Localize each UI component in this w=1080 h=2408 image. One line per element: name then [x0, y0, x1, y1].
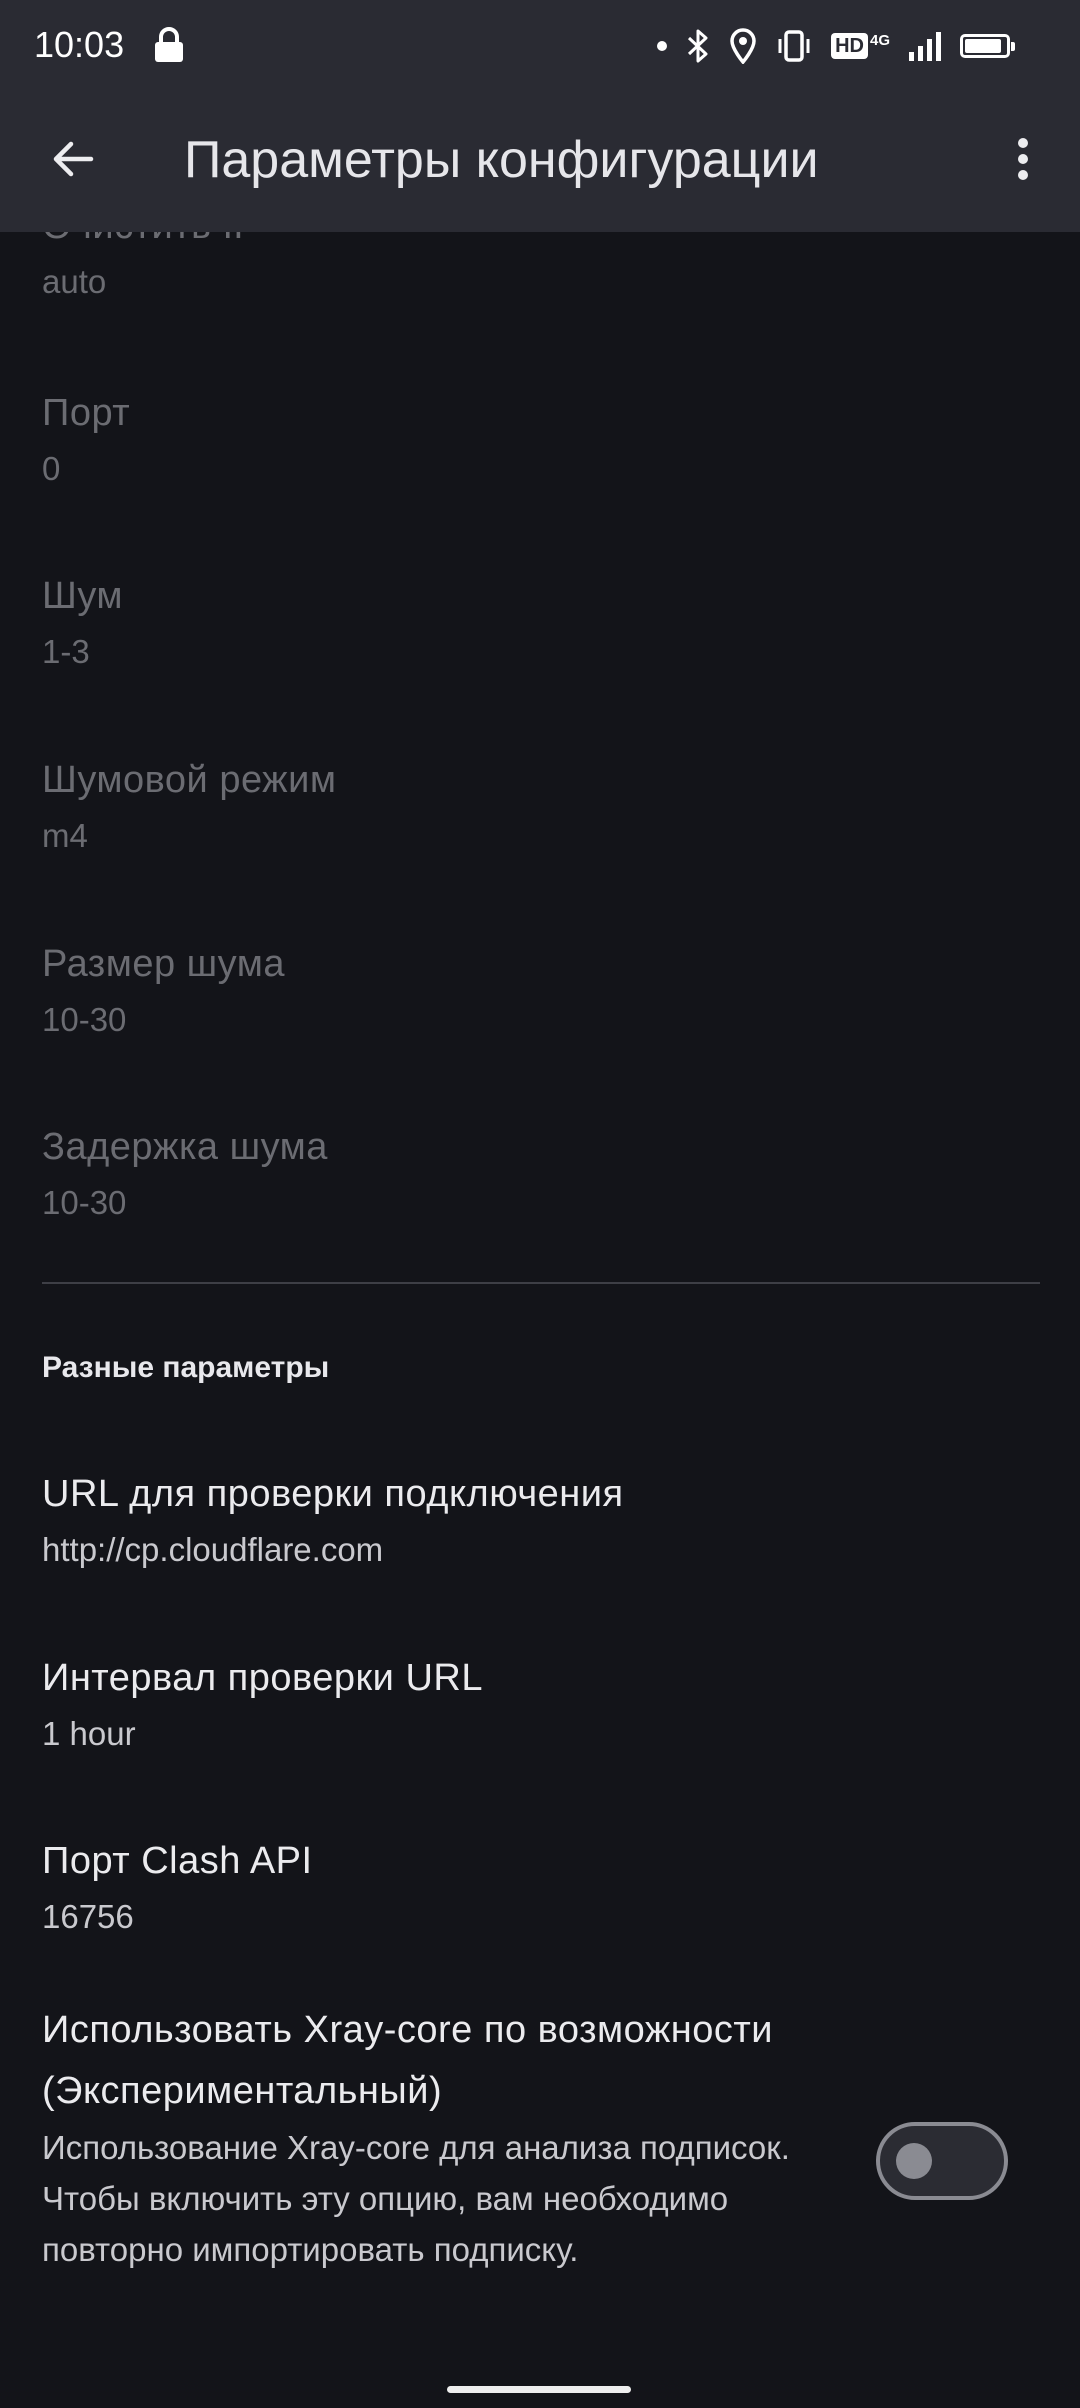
back-button[interactable]	[38, 124, 108, 194]
pref-title: Порт Clash API	[42, 1840, 313, 1882]
pref-title: URL для проверки подключения	[42, 1473, 624, 1515]
gesture-navigation-bar[interactable]	[447, 2386, 631, 2393]
pref-title: Порт	[42, 392, 131, 434]
signal-icon	[909, 32, 941, 61]
status-icons: HD 4G	[657, 24, 1015, 68]
settings-screen: Очистить IP auto Порт 0 Шум 1-3 Шумовой …	[0, 0, 1080, 2408]
pref-summary: Использование Xray-core для анализа подп…	[42, 2129, 790, 2268]
pref-title: Использовать Xray-core по возможности (Э…	[42, 2009, 774, 2112]
pref-clash-api-port[interactable]: Порт Clash API 16756	[42, 1831, 1042, 1943]
pref-noise-mode: Шумовой режим m4	[42, 750, 1042, 862]
lock-icon	[155, 27, 183, 62]
pref-value: 0	[42, 450, 61, 487]
pref-title: Шум	[42, 575, 124, 617]
pref-title: Шумовой режим	[42, 759, 337, 801]
vibrate-icon	[778, 30, 810, 62]
pref-title: Интервал проверки URL	[42, 1657, 483, 1699]
pref-port: Порт 0	[42, 383, 1042, 495]
xray-core-switch[interactable]	[876, 2122, 1008, 2200]
pref-value: 1 hour	[42, 1715, 136, 1752]
hd-label: HD	[831, 33, 868, 59]
more-vert-icon	[1018, 138, 1028, 180]
pref-value: 1-3	[42, 633, 90, 670]
battery-icon	[960, 34, 1015, 58]
pref-noise-size: Размер шума 10-30	[42, 934, 1042, 1046]
pref-value: auto	[42, 263, 107, 300]
pref-value: 10-30	[42, 1184, 127, 1221]
section-header-misc: Разные параметры	[42, 1351, 330, 1384]
battery-level	[965, 39, 1001, 53]
status-time: 10:03	[34, 24, 125, 65]
pref-value: m4	[42, 817, 88, 854]
notification-dot-icon	[657, 41, 668, 51]
pref-connection-test-url[interactable]: URL для проверки подключения http://cp.c…	[42, 1464, 1042, 1576]
section-divider	[42, 1282, 1040, 1284]
pref-title: Размер шума	[42, 943, 285, 985]
pref-noise: Шум 1-3	[42, 566, 1042, 678]
bluetooth-icon	[688, 29, 708, 63]
network-type-label: 4G	[869, 32, 890, 49]
pref-url-test-interval[interactable]: Интервал проверки URL 1 hour	[42, 1648, 1042, 1760]
more-options-button[interactable]	[988, 124, 1058, 194]
pref-noise-delay: Задержка шума 10-30	[42, 1117, 1042, 1229]
hd-voice-badge: HD 4G	[831, 33, 890, 59]
location-icon	[730, 28, 756, 64]
top-app-bar: 10:03 HD 4G Параметры конфигурации	[0, 0, 1080, 232]
pref-title: Задержка шума	[42, 1126, 328, 1168]
pref-value: http://cp.cloudflare.com	[42, 1531, 384, 1568]
pref-value: 10-30	[42, 1001, 127, 1038]
page-title: Параметры конфигурации	[184, 131, 819, 189]
switch-thumb	[896, 2143, 932, 2179]
arrow-back-icon	[53, 141, 94, 177]
pref-value: 16756	[42, 1898, 134, 1935]
